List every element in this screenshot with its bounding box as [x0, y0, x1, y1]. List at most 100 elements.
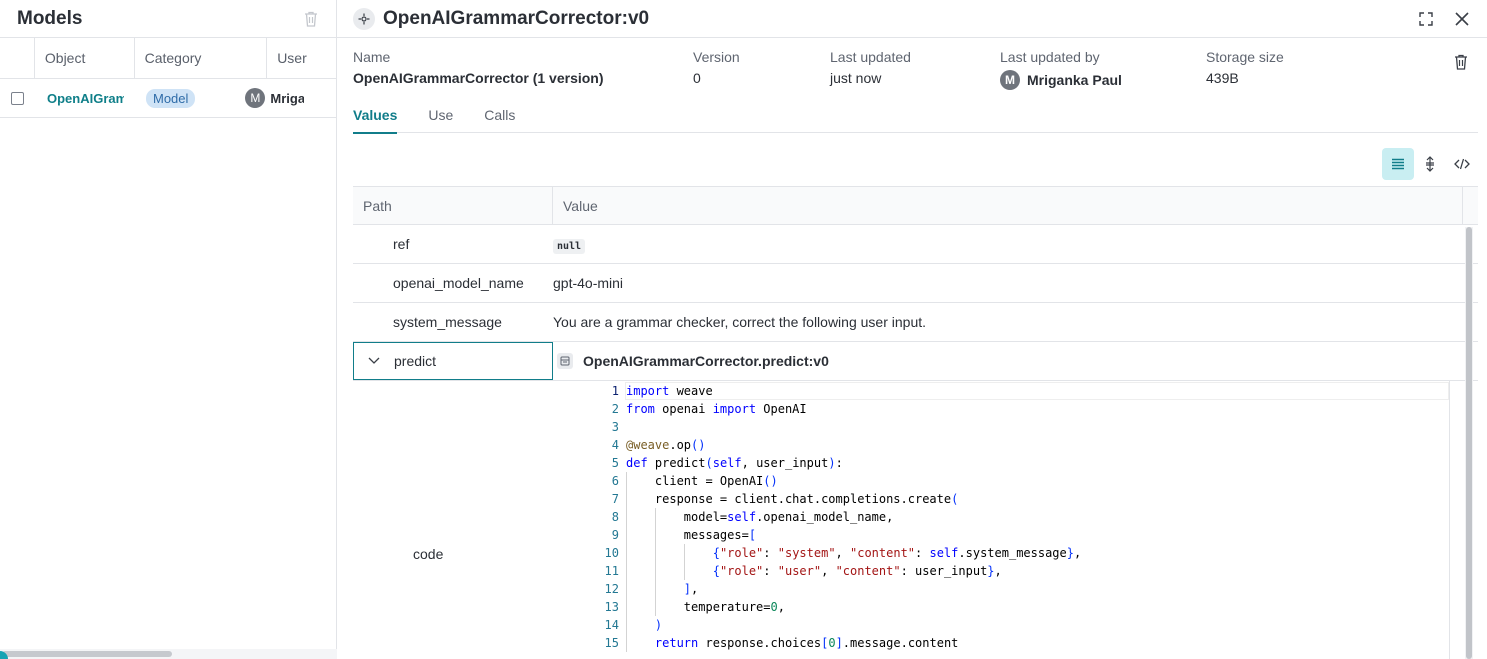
last-updated-value: just now — [830, 70, 882, 86]
code-line[interactable]: 3 — [563, 418, 1449, 436]
expand-icon[interactable] — [1416, 9, 1436, 29]
path-cell: code — [413, 546, 444, 562]
indent-guide — [683, 562, 685, 580]
path-cell: predict — [394, 353, 437, 369]
avatar: M — [1000, 70, 1020, 90]
close-icon[interactable] — [1452, 9, 1472, 29]
code-line[interactable]: 6 client = OpenAI() — [563, 472, 1449, 490]
indent-guide — [654, 598, 656, 616]
updated-by-name[interactable]: Mriganka Paul — [1027, 72, 1122, 88]
grid-header: Object Category User — [0, 37, 336, 79]
code-line[interactable]: 4 @weave.op() — [563, 436, 1449, 454]
line-number: 3 — [611, 420, 619, 434]
meta-last-updated: Last updated just now — [830, 49, 911, 86]
value-cell: gpt-4o-mini — [553, 275, 624, 291]
line-number: 10 — [604, 546, 619, 560]
line-number: 4 — [611, 438, 619, 452]
page-title: OpenAIGrammarCorrector:v0 — [383, 7, 650, 29]
trash-icon[interactable] — [304, 11, 318, 27]
panel-title: Models — [17, 7, 83, 29]
object-link[interactable]: OpenAIGrammarCorrector — [47, 91, 124, 106]
indent-guide — [654, 580, 656, 598]
path-cell: openai_model_name — [393, 275, 524, 291]
code-text: @weave.op() — [626, 438, 706, 452]
editor-scrollbar[interactable] — [1449, 380, 1463, 659]
column-header-value[interactable]: Value — [553, 186, 1463, 225]
code-line[interactable]: 10 {"role": "system", "content": self.sy… — [563, 544, 1449, 562]
predict-path-cell[interactable]: predict — [353, 342, 553, 380]
object-icon — [353, 7, 375, 30]
table-header: Path Value — [353, 186, 1478, 225]
meta-name: Name OpenAIGrammarCorrector (1 version) — [353, 49, 604, 86]
op-link[interactable]: OpenAIGrammarCorrector.predict:v0 — [583, 353, 829, 369]
table-row[interactable]: openai_model_name gpt-4o-mini — [353, 264, 1478, 303]
value-cell: null — [553, 236, 1463, 254]
code-view-icon[interactable] — [1446, 148, 1478, 180]
code-line[interactable]: 13 temperature=0, — [563, 598, 1449, 616]
code-line[interactable]: 12 ], — [563, 580, 1449, 598]
code-line[interactable]: 11 {"role": "user", "content": user_inpu… — [563, 562, 1449, 580]
tab-use[interactable]: Use — [428, 103, 453, 133]
column-header-category[interactable]: Category — [133, 37, 267, 79]
code-editor[interactable]: 1 import weave 2 from openai import OpenAI 3… — [563, 382, 1449, 659]
vertical-scrollbar[interactable] — [1465, 227, 1473, 659]
indent-guide — [626, 598, 627, 616]
code-line[interactable]: 7 response = client.chat.completions.cre… — [563, 490, 1449, 508]
meta-value: M Mriganka Paul — [1000, 70, 1122, 90]
column-header-path[interactable]: Path — [353, 186, 553, 225]
value-cell: OpenAIGrammarCorrector.predict:v0 — [553, 353, 829, 369]
avatar: M — [245, 88, 266, 108]
indent-guide — [626, 526, 627, 544]
horizontal-scrollbar[interactable] — [0, 649, 337, 659]
code-line[interactable]: 9 messages=[ — [563, 526, 1449, 544]
tab-bar: Values Use Calls — [353, 103, 1478, 134]
meta-label: Storage size — [1206, 49, 1284, 65]
code-text: response = client.chat.completions.creat… — [626, 492, 959, 506]
path-cell: system_message — [393, 314, 502, 330]
detail-panel: OpenAIGrammarCorrector:v0 Name OpenAIGra… — [337, 0, 1487, 659]
trash-icon[interactable] — [1454, 54, 1468, 73]
code-line[interactable]: 1 import weave — [563, 382, 1449, 400]
user-name: Mriganka Paul — [270, 90, 305, 106]
tab-calls[interactable]: Calls — [484, 103, 515, 133]
tab-values[interactable]: Values — [353, 103, 398, 134]
indent-guide — [626, 616, 627, 634]
code-line[interactable]: 15 return response.choices[0].message.co… — [563, 634, 1449, 652]
code-text: temperature=0, — [626, 600, 785, 614]
code-text: messages=[ — [626, 528, 757, 542]
chevron-down-icon[interactable] — [368, 357, 380, 365]
line-number: 13 — [604, 600, 619, 614]
scrollbar-thumb[interactable] — [1466, 227, 1472, 659]
code-text: ], — [683, 582, 699, 596]
indent-guide — [626, 544, 627, 562]
current-line-highlight — [625, 382, 1449, 400]
scrollbar-thumb[interactable] — [2, 651, 172, 657]
code-line[interactable]: 5 def predict(self, user_input): — [563, 454, 1449, 472]
path-cell: ref — [393, 236, 410, 252]
line-number: 1 — [611, 384, 619, 398]
category-badge: Model — [146, 88, 196, 108]
line-number: 11 — [604, 564, 619, 578]
meta-version: Version 0 — [693, 49, 740, 86]
code-line[interactable]: 2 from openai import OpenAI — [563, 400, 1449, 418]
list-view-icon[interactable] — [1382, 148, 1414, 180]
indent-guide — [654, 562, 656, 580]
models-panel: Models Object Category User OpenAIGramma… — [0, 0, 337, 659]
table-row-predict[interactable]: predict OpenAIGrammarCorrector.predict:v… — [353, 342, 1478, 381]
table-row[interactable]: OpenAIGrammarCorrector Model M Mriganka … — [0, 79, 336, 118]
table-row[interactable]: system_message You are a grammar checker… — [353, 303, 1478, 342]
row-checkbox[interactable] — [11, 91, 24, 105]
column-header-object[interactable]: Object — [33, 37, 134, 79]
detail-header: OpenAIGrammarCorrector:v0 — [337, 0, 1487, 38]
table-row[interactable]: ref null — [353, 225, 1478, 264]
meta-label: Version — [693, 49, 740, 65]
expand-rows-icon[interactable] — [1414, 148, 1446, 180]
code-line[interactable]: 14 ) — [563, 616, 1449, 634]
code-line[interactable]: 8 model=self.openai_model_name, — [563, 508, 1449, 526]
storage-value: 439B — [1206, 70, 1239, 86]
null-chip: null — [553, 239, 586, 254]
column-header-user[interactable]: User — [266, 37, 336, 79]
code-text: def predict(self, user_input): — [626, 456, 843, 470]
code-text: {"role": "user", "content": user_input}, — [712, 564, 1002, 578]
meta-storage: Storage size 439B — [1206, 49, 1284, 86]
